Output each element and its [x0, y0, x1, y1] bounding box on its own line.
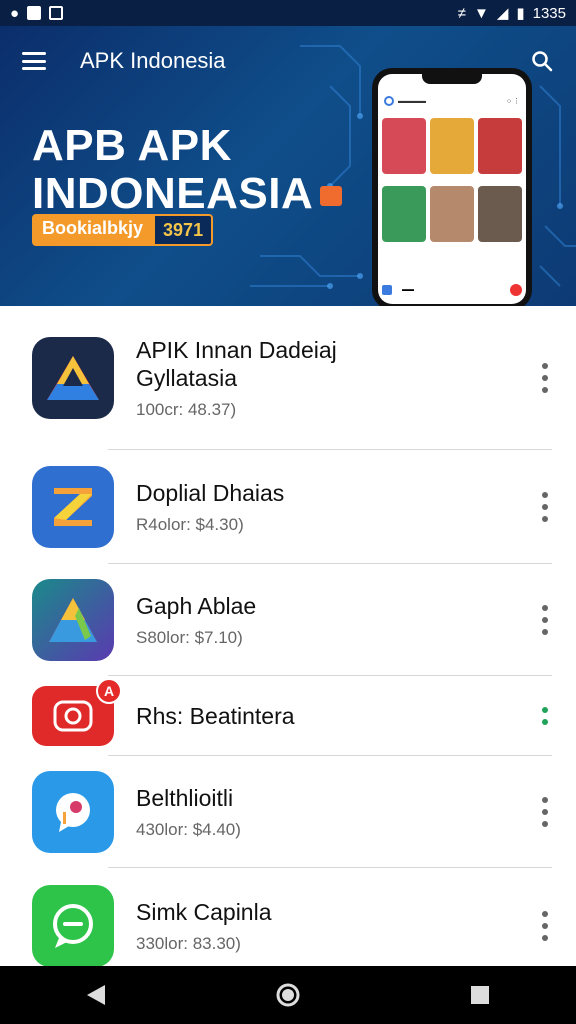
recents-icon: [471, 986, 489, 1004]
app-meta: 430lor: $4.40): [136, 820, 241, 839]
app-icon-bubble: [32, 771, 114, 853]
hero-badge[interactable]: Bookialbkjy 3971: [32, 214, 214, 246]
app-name: Belthlioitli: [136, 785, 234, 811]
app-icon-triangle: [32, 579, 114, 661]
image-notification-icon: [49, 6, 64, 20]
phone-mockup: ▬▬▬▬ ○ ⋮ ▬▬: [372, 68, 532, 306]
app-name-line2: Gyllatasia: [136, 365, 237, 391]
app-meta: S80lor: $7.10): [136, 628, 243, 647]
back-icon: [87, 985, 105, 1005]
list-item[interactable]: Doplial Dhaias R4olor: $4.30): [0, 450, 576, 564]
list-item[interactable]: APIK Innan Dadeiaj Gyllatasia 100cr: 48.…: [0, 306, 576, 450]
list-item[interactable]: Belthlioitli 430lor: $4.40): [0, 756, 576, 868]
hero-banner: APK Indonesia APB APK INDONEASIA Bookial…: [0, 26, 576, 306]
battery-icon: ▮: [516, 5, 525, 22]
app-list: APIK Innan Dadeiaj Gyllatasia 100cr: 48.…: [0, 306, 576, 984]
home-button[interactable]: [268, 975, 308, 1015]
more-options-icon[interactable]: [540, 363, 550, 393]
more-options-icon[interactable]: [540, 797, 550, 827]
hero-title: APB APK INDONEASIA: [32, 121, 314, 218]
more-options-icon[interactable]: [540, 492, 550, 522]
more-options-icon[interactable]: [540, 707, 550, 725]
app-meta: 100cr: 48.37): [136, 400, 237, 419]
app-name: Gaph Ablae: [136, 593, 257, 619]
menu-icon[interactable]: [22, 52, 46, 70]
app-icon-chat: A: [32, 678, 122, 746]
back-button[interactable]: [76, 975, 116, 1015]
app-icon-z: [32, 466, 114, 548]
app-meta: R4olor: $4.30): [136, 515, 244, 534]
app-name: Rhs: Beatintera: [136, 703, 295, 729]
notification-badge: A: [96, 678, 122, 704]
more-options-icon[interactable]: [540, 605, 550, 635]
recents-button[interactable]: [460, 975, 500, 1015]
signal-icon: ◢: [496, 5, 509, 22]
app-title: APK Indonesia: [80, 48, 226, 73]
notification-app-icon: [27, 6, 42, 20]
status-bar: ● ≠ ▼ ◢ ▮ 1335: [0, 0, 576, 26]
app-name: Simk Capinla: [136, 899, 272, 925]
notification-icon: ●: [10, 4, 20, 22]
app-name: APIK Innan Dadeiaj: [136, 337, 337, 363]
list-item[interactable]: Gaph Ablae S80lor: $7.10): [0, 564, 576, 676]
navigation-bar: [0, 966, 576, 1024]
list-item[interactable]: A Rhs: Beatintera: [0, 676, 576, 756]
sticker-icon: [320, 186, 342, 206]
app-meta: 330lor: 83.30): [136, 934, 241, 953]
nfc-icon: ≠: [457, 4, 466, 22]
more-options-icon[interactable]: [540, 911, 550, 941]
app-name: Doplial Dhaias: [136, 480, 285, 506]
search-icon[interactable]: [530, 49, 554, 73]
wifi-icon: ▼: [473, 4, 489, 22]
app-icon-a: [32, 337, 114, 419]
app-icon-message: [32, 885, 114, 967]
home-icon: [276, 983, 300, 1007]
status-time: 1335: [532, 4, 566, 22]
